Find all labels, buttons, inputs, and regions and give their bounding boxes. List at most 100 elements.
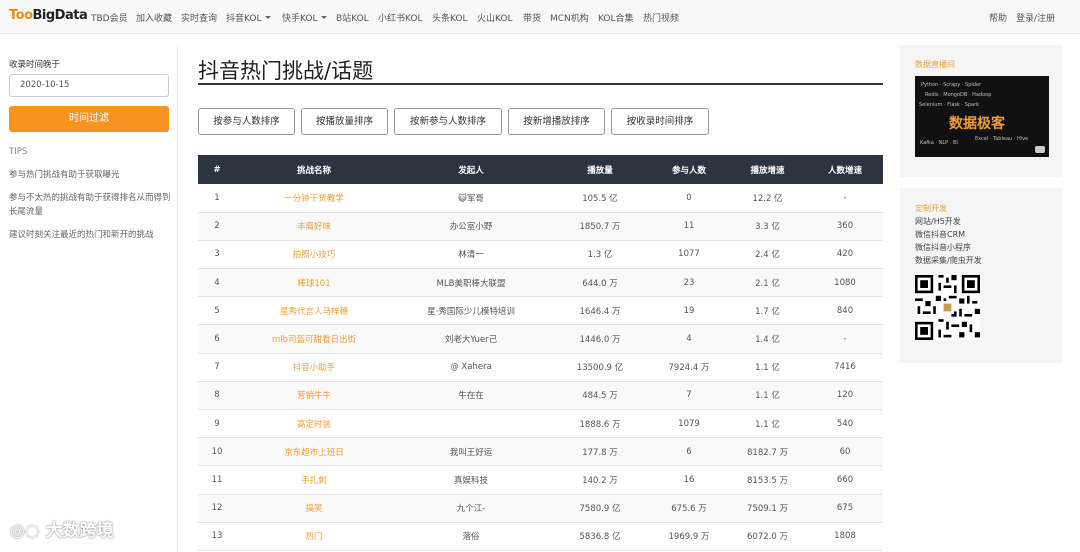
table-row: 13 热门 落俗 5836.8 亿 1969.9 万 6072.0 万 1808 (198, 522, 883, 551)
title-divider (198, 83, 883, 85)
nav-huoshan-kol[interactable]: 火山KOL (477, 11, 513, 24)
video-title: 数据极客 (949, 116, 1005, 132)
col-header-view-growth[interactable]: 播放增速 (728, 155, 807, 184)
chevron-down-icon (320, 16, 327, 19)
cell-views: 105.5 亿 (550, 184, 650, 213)
cell-name[interactable]: 丰裔好味 (236, 212, 392, 241)
sort-by-participants-button[interactable]: 按参与人数排序 (198, 108, 295, 135)
cell-views: 1646.4 万 (550, 296, 650, 326)
time-filter-button[interactable]: 时间过滤 (9, 106, 169, 132)
filter-sidebar: 收录时间晚于 2020-10-15 时间过滤 TIPS 参与热门挑战有助于获取曝… (0, 44, 178, 552)
col-header-participant-growth[interactable]: 人数增速 (807, 155, 883, 184)
cell-index: 10 (198, 437, 236, 467)
cell-participants: 23 (650, 268, 728, 298)
cell-index: 9 (198, 409, 236, 439)
cell-view-growth: 1.7 亿 (728, 296, 807, 326)
table-row: 12 搞笑 九个江- 7580.9 亿 675.6 万 7509.1 万 675 (198, 494, 883, 523)
cell-index: 4 (198, 268, 236, 298)
cell-views: 5836.8 亿 (550, 522, 650, 551)
challenge-table: # 挑战名称 发起人 播放量 参与人数 播放增速 人数增速 1 一分钟干货教学 😺军… (198, 155, 883, 551)
cell-participants: 16 (650, 465, 728, 495)
cell-participant-growth: 675 (807, 494, 883, 523)
cell-name[interactable]: 星秀代言人马梓穗 (236, 296, 392, 326)
cell-views: 644.0 万 (550, 268, 650, 298)
service-item: 数据采集/爬虫开发 (915, 256, 982, 265)
nav-kuaishou-kol-label: 快手KOL (282, 14, 318, 24)
col-header-participants[interactable]: 参与人数 (650, 155, 728, 184)
cell-creator: 星·秀国际少儿模特培训 (392, 296, 550, 326)
cell-creator: 九个江- (392, 494, 550, 523)
cell-name[interactable]: 拍照小技巧 (236, 240, 392, 270)
table-row: 6 mlb司盔可甜看日出街 刘老大Yuer己 1446.0 万 4 1.4 亿- (198, 324, 883, 354)
nav-kol-collection[interactable]: KOL合集 (598, 11, 634, 24)
cell-participant-growth: 360 (807, 212, 883, 241)
cell-views: 1446.0 万 (550, 324, 650, 354)
cell-view-growth: 1.1 亿 (728, 409, 807, 439)
nav-help[interactable]: 帮助 (989, 11, 1007, 24)
cell-participants: 7924.4 万 (650, 353, 728, 382)
nav-bilibili-kol[interactable]: B站KOL (336, 11, 369, 24)
brand-logo[interactable]: TooBigData (9, 8, 88, 23)
nav-mcn[interactable]: MCN机构 (550, 11, 589, 24)
nav-xiaohongshu-kol[interactable]: 小红书KOL (378, 11, 423, 24)
cell-index: 6 (198, 324, 236, 354)
cell-participant-growth: 120 (807, 381, 883, 411)
video-thumbnail[interactable]: Python · Scrapy · Spider Redis · MongoDB… (915, 76, 1049, 157)
col-header-name[interactable]: 挑战名称 (236, 155, 392, 184)
nav-daihuo[interactable]: 带货 (523, 11, 541, 24)
cell-participant-growth: 660 (807, 465, 883, 495)
live-data-title[interactable]: 数据直播间 (915, 59, 955, 70)
cell-name[interactable]: 热门 (236, 522, 392, 551)
sort-by-indexed-time-button[interactable]: 按收录时间排序 (611, 108, 709, 135)
play-icon[interactable] (1035, 146, 1045, 153)
nav-tbd-member[interactable]: TBD会员 (91, 11, 128, 24)
nav-toutiao-kol[interactable]: 头条KOL (432, 11, 468, 24)
col-header-creator[interactable]: 发起人 (392, 155, 550, 184)
top-navbar: TooBigData TBD会员 加入收藏 实时查询 抖音KOL 快手KOL B… (0, 0, 1080, 34)
nav-hot-videos[interactable]: 热门视频 (643, 11, 679, 24)
cell-name[interactable]: 抖音小助手 (236, 353, 392, 382)
cell-creator: 我叫王好运 (392, 437, 550, 467)
date-input[interactable]: 2020-10-15 (9, 74, 169, 97)
nav-douyin-kol[interactable]: 抖音KOL (226, 11, 271, 24)
cell-name[interactable]: mlb司盔可甜看日出街 (236, 324, 392, 354)
cell-views: 1888.6 万 (550, 409, 650, 439)
cell-creator: 真娱科技 (392, 465, 550, 495)
cell-name[interactable]: 一分钟干货教学 (236, 184, 392, 213)
cell-views: 140.2 万 (550, 465, 650, 495)
sort-by-new-views-button[interactable]: 按新增播放排序 (508, 108, 605, 135)
cell-view-growth: 1.1 亿 (728, 381, 807, 411)
cell-name[interactable]: 高定时装 (236, 409, 392, 439)
nav-add-favorite[interactable]: 加入收藏 (136, 11, 172, 24)
sort-by-views-button[interactable]: 按播放量排序 (301, 108, 388, 135)
cell-participants: 6 (650, 437, 728, 467)
cell-participant-growth: 60 (807, 437, 883, 467)
table-row: 1 一分钟干货教学 😺军哥 105.5 亿 0 12.2 亿- (198, 184, 883, 213)
custom-dev-title: 定制开发 (915, 204, 947, 213)
cell-name[interactable]: 营销牛牛 (236, 381, 392, 411)
col-header-views[interactable]: 播放量 (550, 155, 650, 184)
table-row: 3 拍照小技巧 林清一 1.3 亿 1077 2.4 亿 420 (198, 240, 883, 270)
table-row: 9 高定时装 1888.6 万 1079 1.1 亿 540 (198, 409, 883, 439)
sort-by-new-participants-button[interactable]: 按新参与人数排序 (394, 108, 502, 135)
nav-realtime-query[interactable]: 实时查询 (181, 11, 217, 24)
cell-index: 13 (198, 522, 236, 551)
table-row: 2 丰裔好味 办公室小野 1850.7 万 11 3.3 亿 360 (198, 212, 883, 241)
cell-name[interactable]: 棒球101 (236, 268, 392, 298)
nav-kuaishou-kol[interactable]: 快手KOL (282, 11, 327, 24)
chevron-down-icon (264, 16, 271, 19)
cell-participant-growth: 1808 (807, 522, 883, 551)
tip-item: 参与不太热的挑战有助于获得排名从而得到长尾流量 (9, 193, 171, 217)
cell-name[interactable]: 搞笑 (236, 494, 392, 523)
cell-views: 1.3 亿 (550, 240, 650, 270)
cell-participant-growth: 420 (807, 240, 883, 270)
cell-view-growth: 1.1 亿 (728, 353, 807, 382)
cell-creator: 😺军哥 (392, 184, 550, 213)
custom-dev-card: 定制开发 网站/H5开发 微信抖音CRM 微信抖音小程序 数据采集/爬虫开发 (900, 188, 1062, 363)
cell-creator: @ Xahera (392, 353, 550, 382)
cell-name[interactable]: 京东超市上班日 (236, 437, 392, 467)
nav-login[interactable]: 登录/注册 (1016, 11, 1055, 24)
cell-name[interactable]: 手扎刺 (236, 465, 392, 495)
logo-bigdata: BigData (32, 8, 88, 23)
table-row: 11 手扎刺 真娱科技 140.2 万 16 8153.5 万 660 (198, 465, 883, 495)
